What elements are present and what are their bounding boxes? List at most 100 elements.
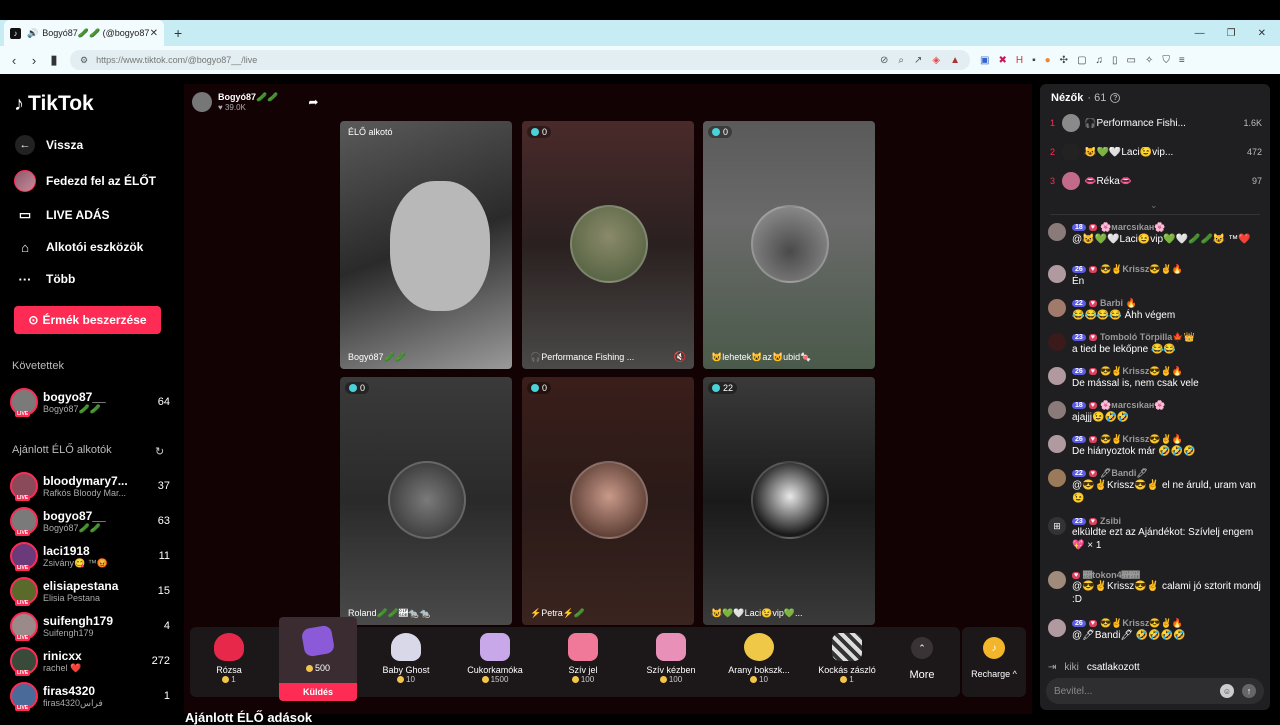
user-name: bogyo87__ xyxy=(43,508,106,523)
puzzle-icon[interactable]: ✣ xyxy=(1060,55,1068,66)
guest-avatar xyxy=(570,461,648,539)
site-info-icon[interactable]: ⚙ xyxy=(80,55,88,66)
message-author: 🌸мarcsıkaн🌸 xyxy=(1099,400,1166,410)
following-user-row[interactable]: LIVE bogyo87__ Bogyó87🥒🥒 64 xyxy=(10,386,170,418)
extension-box-icon[interactable]: ▢ xyxy=(1077,55,1086,66)
leo-icon[interactable]: ✧ xyxy=(1145,55,1153,66)
more-gifts-button[interactable]: ⌃ More xyxy=(902,637,942,681)
get-coins-button[interactable]: ⊙ Érmék beszerzése xyxy=(14,306,161,334)
avatar[interactable] xyxy=(1048,367,1066,385)
extension-x-icon[interactable]: ✖ xyxy=(998,55,1006,66)
sidebar-icon[interactable]: ▯ xyxy=(1112,55,1118,66)
send-gift-button[interactable]: Küldés xyxy=(279,683,357,701)
top-viewer-row[interactable]: 1 🎧Performance Fishi... 1.6K xyxy=(1050,112,1262,134)
forward-icon[interactable]: › xyxy=(24,53,44,68)
guest-avatar xyxy=(388,461,466,539)
emoji-icon[interactable]: ☺ xyxy=(1220,684,1234,698)
music-icon[interactable]: ♫ xyxy=(1096,55,1104,66)
rewards-icon[interactable]: ▲ xyxy=(950,55,960,66)
avatar: LIVE xyxy=(10,472,38,501)
tiktok-logo[interactable]: ♪ TikTok xyxy=(14,92,94,116)
recommended-user-row[interactable]: LIVE bloodymary7... Rafkós Bloody Mar... … xyxy=(10,470,170,502)
extension-his-icon[interactable]: H xyxy=(1016,55,1023,66)
video-tile-guest[interactable]: 22 😺💚🤍Laci😉vip💚... xyxy=(703,377,875,625)
recommended-user-row[interactable]: LIVE firas4320 firas4320فراس 1 xyxy=(10,680,170,712)
info-icon[interactable]: ? xyxy=(1110,93,1121,103)
message-text: a tied be lekőpne 😂😂 xyxy=(1072,344,1176,355)
chat-message: 26 ♥ 😎✌Krissz😎✌🔥 Én xyxy=(1048,264,1264,288)
tile-label: 😺lehetek😺az😺ubid🍬 xyxy=(711,352,812,362)
avatar[interactable] xyxy=(1048,469,1066,487)
extension-tv-icon[interactable]: ▪ xyxy=(1032,55,1036,66)
guest-viewer-count: 0 xyxy=(708,126,733,138)
zoom-icon[interactable]: ⌕ xyxy=(898,55,904,66)
recommended-user-row[interactable]: LIVE elisiapestana Elisia Pestana 15 xyxy=(10,575,170,607)
menu-item-creator-tools[interactable]: ⌂ Alkotói eszközök xyxy=(14,236,143,258)
speaker-icon[interactable]: 🔊 xyxy=(27,28,38,39)
gift-checkered-flag[interactable]: Kockás zászló 1 xyxy=(808,631,886,693)
guest-avatar xyxy=(570,205,648,283)
avatar[interactable] xyxy=(1048,333,1066,351)
user-name: bogyo87__ xyxy=(43,389,106,404)
share-icon[interactable]: ➦ xyxy=(308,95,318,109)
menu-icon[interactable]: ≡ xyxy=(1179,55,1185,66)
avatar: LIVE xyxy=(10,647,38,676)
no-track-icon[interactable]: ⊘ xyxy=(880,55,888,66)
top-viewer-row[interactable]: 3 👄Réka👄 97 xyxy=(1050,170,1262,192)
guest-avatar xyxy=(751,205,829,283)
chat-input[interactable]: Bevitel... ☺ ↑ xyxy=(1046,678,1264,704)
send-arrow-icon[interactable]: ↑ xyxy=(1242,684,1256,698)
gift-selected[interactable]: 500 Küldés xyxy=(279,617,357,701)
menu-item-more[interactable]: ··· Több xyxy=(14,268,76,290)
video-tile-guest[interactable]: 0 😺lehetek😺az😺ubid🍬 xyxy=(703,121,875,369)
recommended-user-row[interactable]: LIVE bogyo87__ Bogyó87🥒🥒 63 xyxy=(10,505,170,537)
minimize-icon[interactable]: — xyxy=(1195,28,1205,39)
browser-tab[interactable]: ♪ 🔊 Bogyó87🥒🥒 (@bogyo87 ✕ xyxy=(4,20,164,46)
close-window-icon[interactable]: ✕ xyxy=(1258,28,1266,39)
avatar[interactable] xyxy=(1048,265,1066,283)
avatar[interactable] xyxy=(1048,435,1066,453)
gift-heart-sign[interactable]: Szív jel 100 xyxy=(544,631,622,693)
recommended-user-row[interactable]: LIVE rinicxx rachel ❤️ 272 xyxy=(10,645,170,677)
vpn-icon[interactable]: ⛉ xyxy=(1162,55,1170,66)
avatar[interactable] xyxy=(1048,401,1066,419)
menu-item-live[interactable]: ▭ LIVE ADÁS xyxy=(14,204,110,226)
host-avatar[interactable] xyxy=(192,92,212,112)
video-tile-guest[interactable]: 0 ⚡Petra⚡🥒 xyxy=(522,377,694,625)
recharge-button[interactable]: ♪ Recharge ^ xyxy=(962,627,1026,697)
close-tab-icon[interactable]: ✕ xyxy=(150,28,158,39)
video-tile-host[interactable]: ÉLŐ alkotó Bogyó87🥒🥒 xyxy=(340,121,512,369)
menu-label-more: Több xyxy=(46,272,76,286)
top-viewer-row[interactable]: 2 😺💚🤍Laci😉vip... 472 xyxy=(1050,141,1262,163)
menu-item-back[interactable]: ← Vissza xyxy=(14,134,83,156)
recommended-user-row[interactable]: LIVE suifengh179 Suifengh179 4 xyxy=(10,610,170,642)
brave-shield-icon[interactable]: ◈ xyxy=(932,55,940,66)
gift-golden-glove[interactable]: Arany bokszk... 10 xyxy=(720,631,798,693)
extension-color-icon[interactable]: ● xyxy=(1045,55,1051,66)
back-icon[interactable]: ‹ xyxy=(4,53,24,68)
new-tab-icon[interactable]: + xyxy=(174,25,182,41)
video-tile-guest[interactable]: 0 🎧Performance Fishing ... 🔇 xyxy=(522,121,694,369)
recommended-user-row[interactable]: LIVE laci1918 Zsivány😋 ™😡 11 xyxy=(10,540,170,572)
bookmark-icon[interactable]: ▮ xyxy=(44,52,64,68)
avatar[interactable] xyxy=(1048,619,1066,637)
gift-rose[interactable]: Rózsa 1 xyxy=(190,631,268,693)
gift-baby-ghost[interactable]: Baby Ghost 10 xyxy=(367,631,445,693)
message-author: 😎✌Krissz😎✌🔥 xyxy=(1099,264,1183,274)
avatar[interactable] xyxy=(1048,223,1066,241)
restore-icon[interactable]: ❐ xyxy=(1227,28,1236,39)
avatar[interactable] xyxy=(1048,571,1066,589)
host-name[interactable]: Bogyó87🥒🥒 xyxy=(218,92,278,103)
avatar[interactable] xyxy=(1048,299,1066,317)
share-page-icon[interactable]: ↗ xyxy=(914,55,922,66)
menu-item-explore-live[interactable]: Fedezd fel az ÉLŐT xyxy=(14,170,156,192)
video-tile-guest[interactable]: 0 Roland🥒🥒🛛🐀🐀 xyxy=(340,377,512,625)
wallet-icon[interactable]: ▭ xyxy=(1127,55,1136,66)
gift-price: 1 xyxy=(840,675,854,684)
gift-cukorkamoka[interactable]: Cukorkamóka 1500 xyxy=(456,631,534,693)
gift-heart-in-hand[interactable]: Szív kézben 100 xyxy=(632,631,710,693)
chevron-down-icon[interactable]: ⌄ xyxy=(1150,200,1158,211)
url-bar[interactable]: ⚙ https://www.tiktok.com/@bogyo87__/live… xyxy=(70,50,970,70)
translate-icon[interactable]: ▣ xyxy=(980,55,989,66)
refresh-icon[interactable]: ↻ xyxy=(155,445,164,458)
